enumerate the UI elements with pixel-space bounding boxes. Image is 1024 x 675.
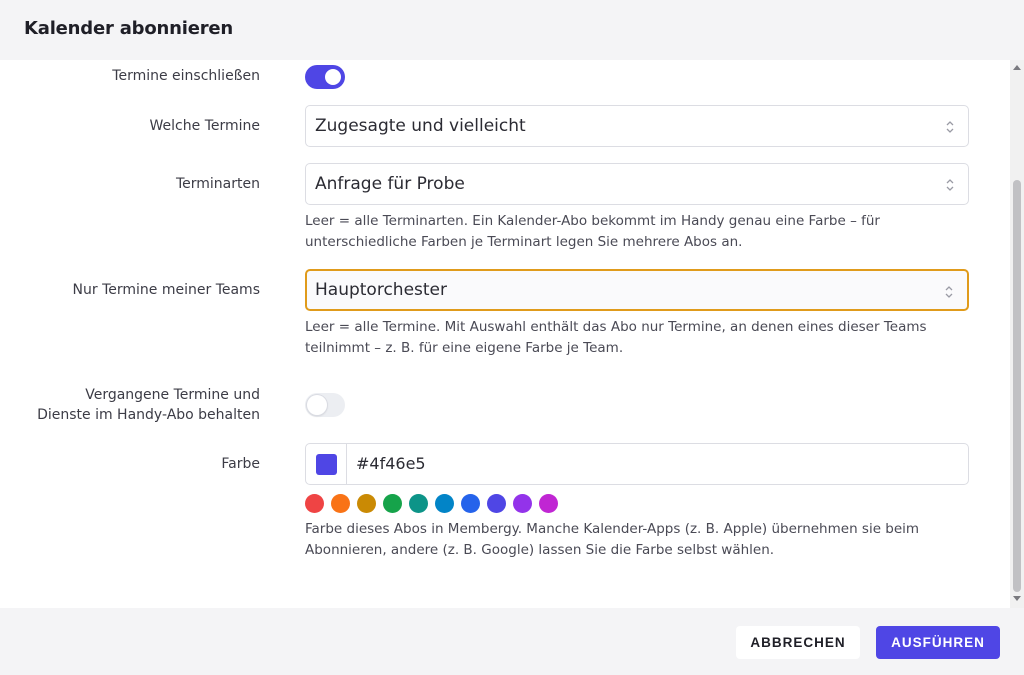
color-option-dot[interactable] (383, 494, 402, 513)
color-input[interactable]: #4f46e5 (305, 443, 969, 485)
scrollbar[interactable] (1010, 60, 1024, 608)
color-option-dot[interactable] (409, 494, 428, 513)
my-teams-help: Leer = alle Termine. Mit Auswahl enthält… (305, 317, 975, 359)
color-value: #4f46e5 (356, 454, 426, 473)
color-option-dot[interactable] (513, 494, 532, 513)
scroll-down-arrow-icon[interactable] (1013, 596, 1021, 601)
my-teams-label: Nur Termine meiner Teams (72, 282, 260, 298)
help-text-line: unterschiedliche Farben je Terminart leg… (305, 234, 743, 250)
include-events-label: Termine einschließen (112, 68, 260, 84)
help-text-line: Leer = alle Terminarten. Ein Kalender-Ab… (305, 213, 880, 229)
color-label: Farbe (221, 456, 260, 472)
toggle-knob (307, 395, 327, 415)
help-text-line: teilnimmt – z. B. für eine eigene Farbe … (305, 340, 624, 356)
keep-past-label-line: Vergangene Termine und (85, 387, 260, 403)
event-types-value: Anfrage für Probe (315, 174, 465, 194)
keep-past-label: Vergangene Termine und Dienste im Handy-… (37, 385, 260, 425)
toggle-knob (325, 69, 341, 85)
include-events-toggle[interactable] (305, 65, 345, 89)
color-option-dot[interactable] (435, 494, 454, 513)
help-text-line: Farbe dieses Abos in Membergy. Manche Ka… (305, 521, 920, 537)
color-option-dot[interactable] (357, 494, 376, 513)
dialog-title: Kalender abonnieren (24, 18, 234, 39)
keep-past-label-line: Dienste im Handy-Abo behalten (37, 407, 260, 423)
event-types-select[interactable]: Anfrage für Probe (305, 163, 969, 205)
keep-past-toggle[interactable] (305, 393, 345, 417)
color-option-dot[interactable] (461, 494, 480, 513)
cancel-button[interactable]: ABBRECHEN (736, 626, 860, 659)
chevron-updown-icon (945, 286, 953, 298)
dialog-header: Kalender abonnieren (0, 0, 1024, 60)
chevron-updown-icon (946, 179, 954, 191)
color-help: Farbe dieses Abos in Membergy. Manche Ka… (305, 519, 975, 561)
chevron-updown-icon (946, 121, 954, 133)
run-button[interactable]: AUSFÜHREN (876, 626, 1000, 659)
color-option-dot[interactable] (331, 494, 350, 513)
my-teams-select[interactable]: Hauptorchester (305, 269, 969, 311)
which-events-label: Welche Termine (149, 118, 260, 134)
color-option-dot[interactable] (305, 494, 324, 513)
help-text-line: Leer = alle Termine. Mit Auswahl enthält… (305, 319, 927, 335)
color-picker-button[interactable] (306, 444, 347, 484)
color-swatch (316, 454, 337, 475)
color-option-dot[interactable] (539, 494, 558, 513)
which-events-value: Zugesagte und vielleicht (315, 116, 526, 136)
scroll-thumb[interactable] (1013, 180, 1021, 592)
which-events-select[interactable]: Zugesagte und vielleicht (305, 105, 969, 147)
event-types-label: Terminarten (175, 176, 260, 192)
scroll-up-arrow-icon[interactable] (1013, 65, 1021, 70)
color-option-dot[interactable] (487, 494, 506, 513)
event-types-help: Leer = alle Terminarten. Ein Kalender-Ab… (305, 211, 975, 253)
dialog-footer: ABBRECHEN AUSFÜHREN (0, 608, 1024, 675)
dialog-body: Termine einschließen Welche Termine Zuge… (0, 60, 1010, 608)
help-text-line: Abonnieren, andere (z. B. Google) lassen… (305, 542, 775, 558)
my-teams-value: Hauptorchester (315, 280, 447, 300)
